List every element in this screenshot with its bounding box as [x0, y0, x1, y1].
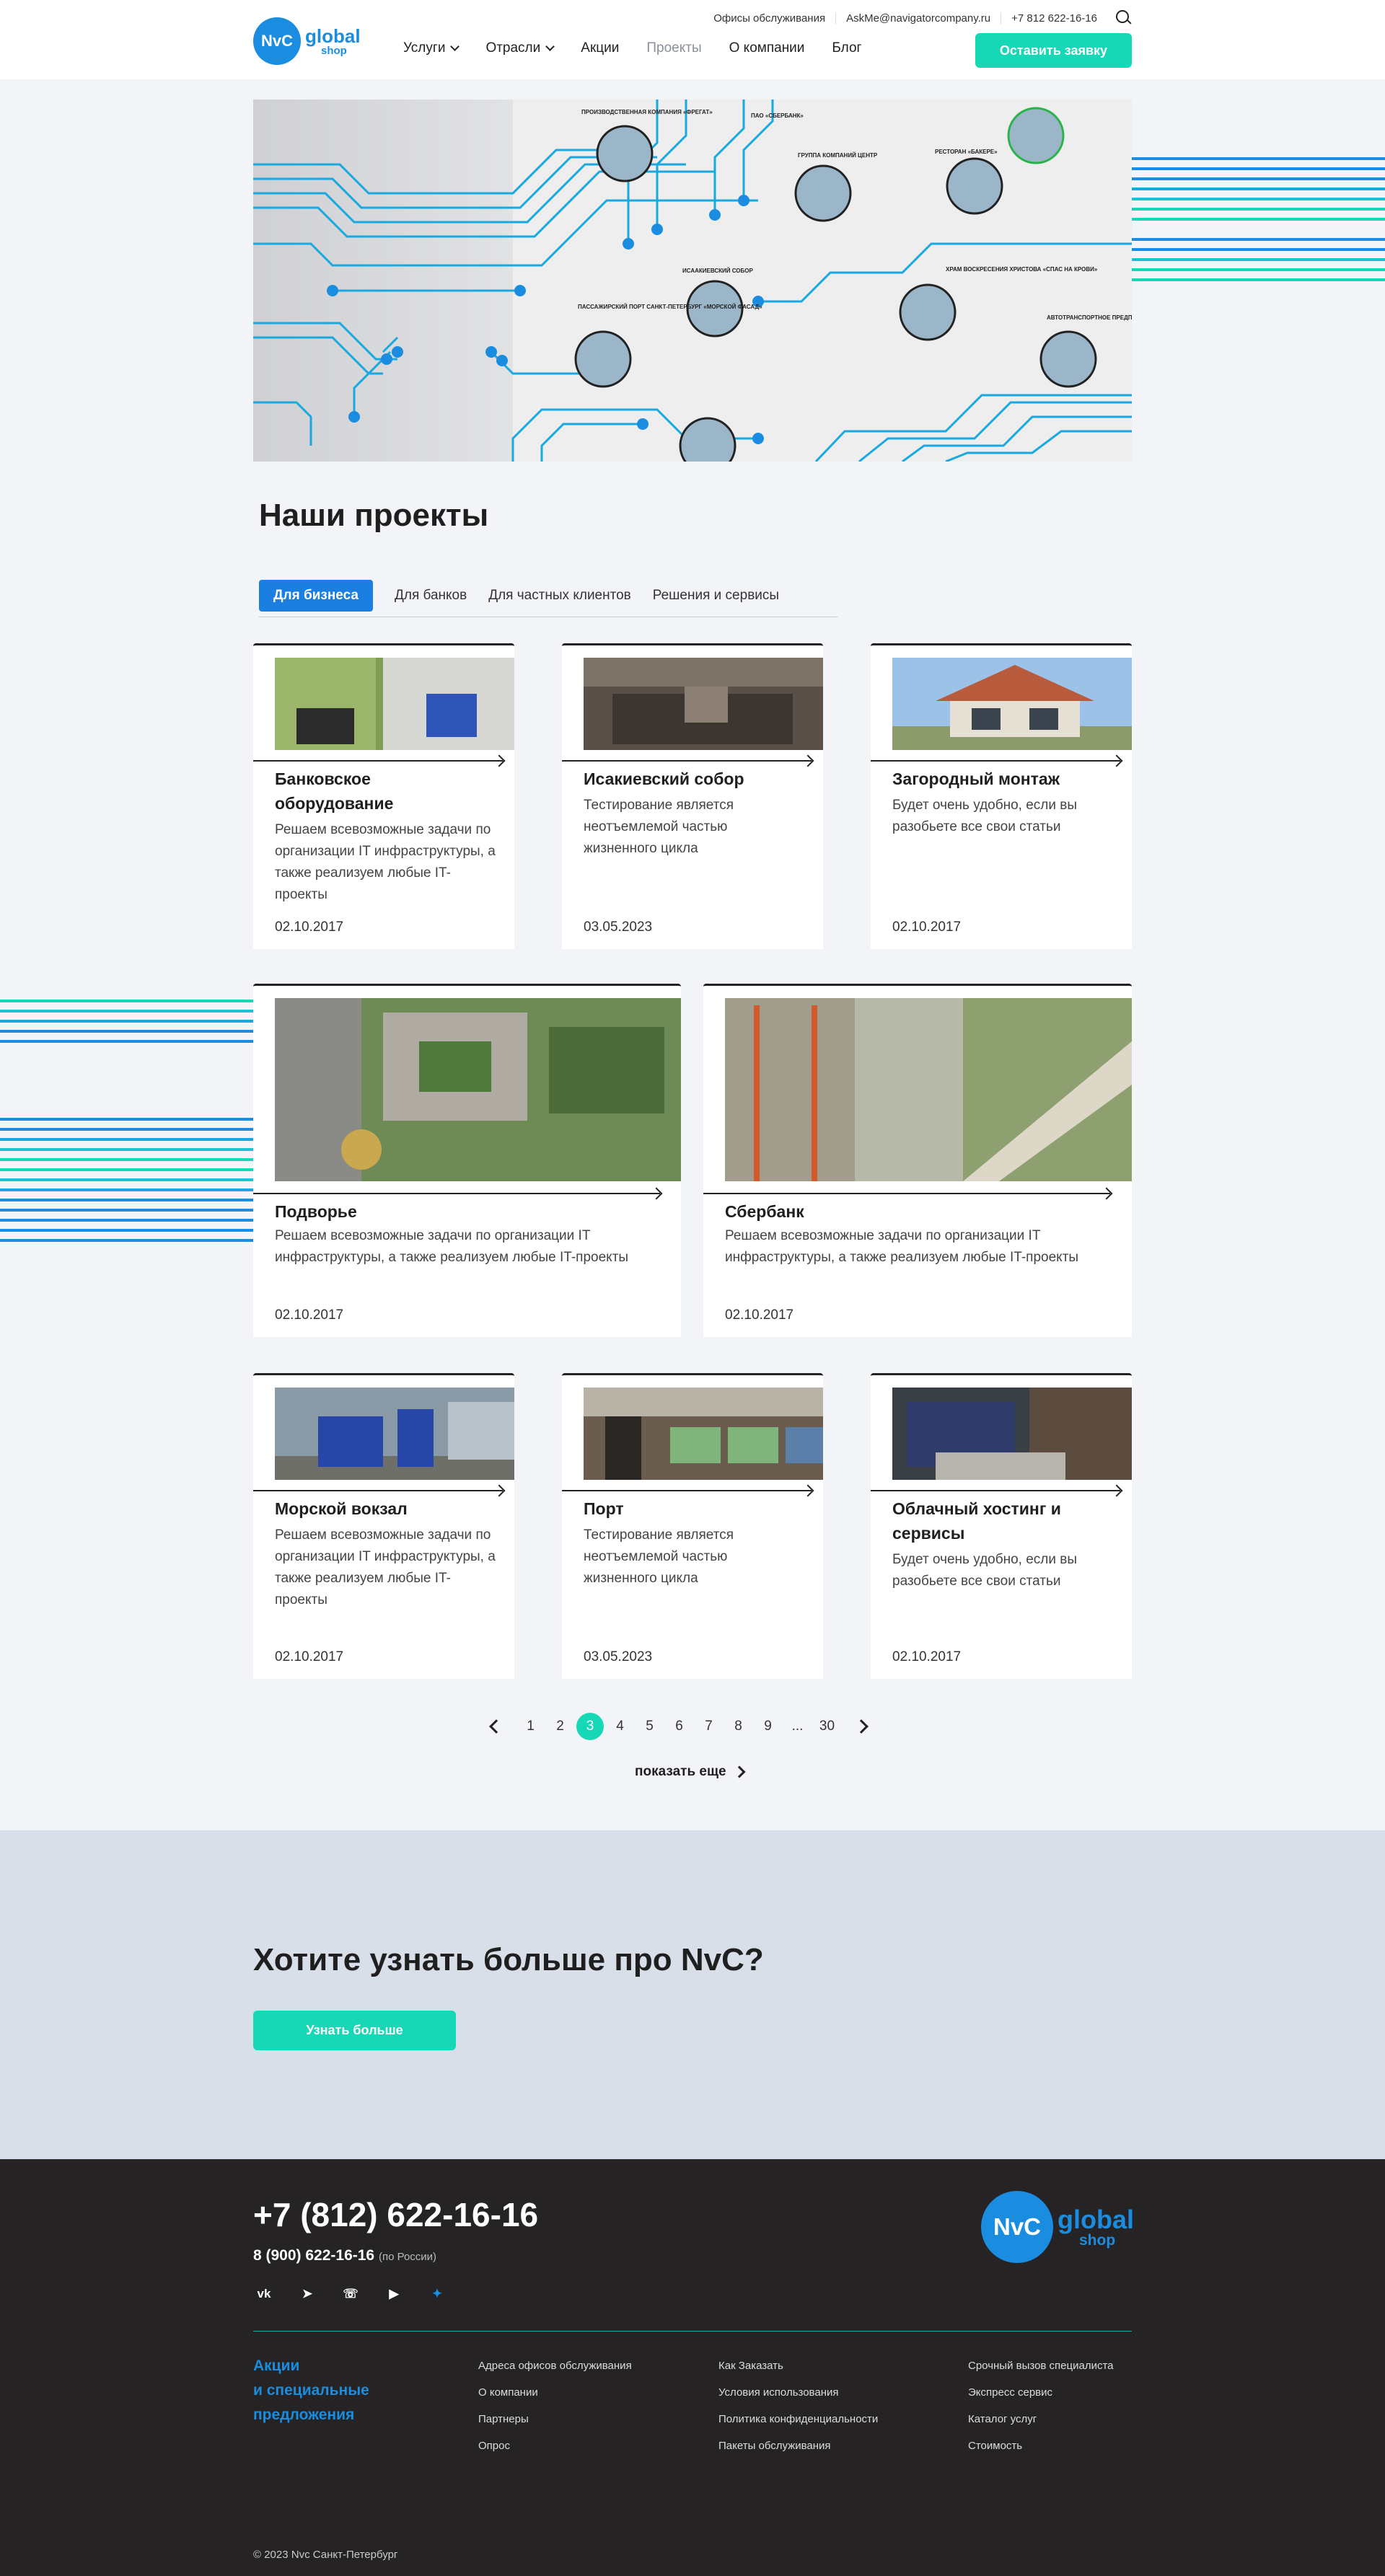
leave-request-button[interactable]: Оставить заявку	[975, 33, 1132, 68]
nav-item-services[interactable]: Услуги	[403, 40, 460, 56]
offices-link[interactable]: Офисы обслуживания	[703, 12, 835, 25]
map-label: ХРАМ ВОСКРЕСЕНИЯ ХРИСТОВА «СПАС НА КРОВИ…	[946, 266, 1098, 273]
chevron-down-icon	[545, 42, 555, 51]
phone-link[interactable]: +7 812 622-16-16	[1001, 12, 1107, 25]
logo[interactable]: NvC global shop	[253, 17, 361, 65]
email-link[interactable]: AskMe@navigatorcompany.ru	[835, 12, 1001, 25]
right-stripes	[1132, 157, 1385, 281]
nav-item-blog[interactable]: Блог	[832, 40, 861, 56]
nav-item-projects[interactable]: Проекты	[646, 40, 701, 56]
nav-item-promos[interactable]: Акции	[581, 40, 619, 56]
map-label: ГРУППА КОМПАНИЙ ЦЕНТР	[798, 152, 878, 159]
map-label: ПРОИЗВОДСТВЕННАЯ КОМПАНИЯ «ФРЕГАТ»	[581, 109, 713, 115]
map-label: АВТОТРАНСПОРТНОЕ ПРЕДПРИЯТИЕ «СМОЛЬНИНСК…	[1047, 314, 1132, 321]
chevron-down-icon	[450, 42, 460, 51]
logo-word-global: global	[305, 25, 361, 47]
map-label: ИСААКИЕВСКИЙ СОБОР	[682, 268, 753, 274]
map-label: ПАССАЖИРСКИЙ ПОРТ САНКТ-ПЕТЕРБУРГ «МОРСК…	[578, 304, 762, 310]
hero-map-banner: ПРОИЗВОДСТВЕННАЯ КОМПАНИЯ «ФРЕГАТ» ПАО «…	[253, 100, 1132, 462]
top-bar: Офисы обслуживания AskMe@navigatorcompan…	[703, 10, 1132, 26]
search-icon[interactable]	[1116, 10, 1132, 26]
map-label: ПАО «СБЕРБАНК»	[751, 113, 804, 119]
left-stripes	[0, 1000, 253, 1242]
circuit-lines: ПРОИЗВОДСТВЕННАЯ КОМПАНИЯ «ФРЕГАТ» ПАО «…	[253, 100, 1132, 462]
map-label: РЕСТОРАН «БАКЕРЕ»	[935, 149, 998, 155]
nav-item-industries[interactable]: Отрасли	[485, 40, 555, 56]
main-nav: Услуги Отрасли Акции Проекты О компании …	[403, 40, 889, 56]
nav-item-about[interactable]: О компании	[729, 40, 805, 56]
site-header: NvC global shop Офисы обслуживания AskMe…	[0, 0, 1385, 79]
logo-mark: NvC	[253, 17, 301, 65]
logo-word-shop: shop	[321, 44, 347, 57]
